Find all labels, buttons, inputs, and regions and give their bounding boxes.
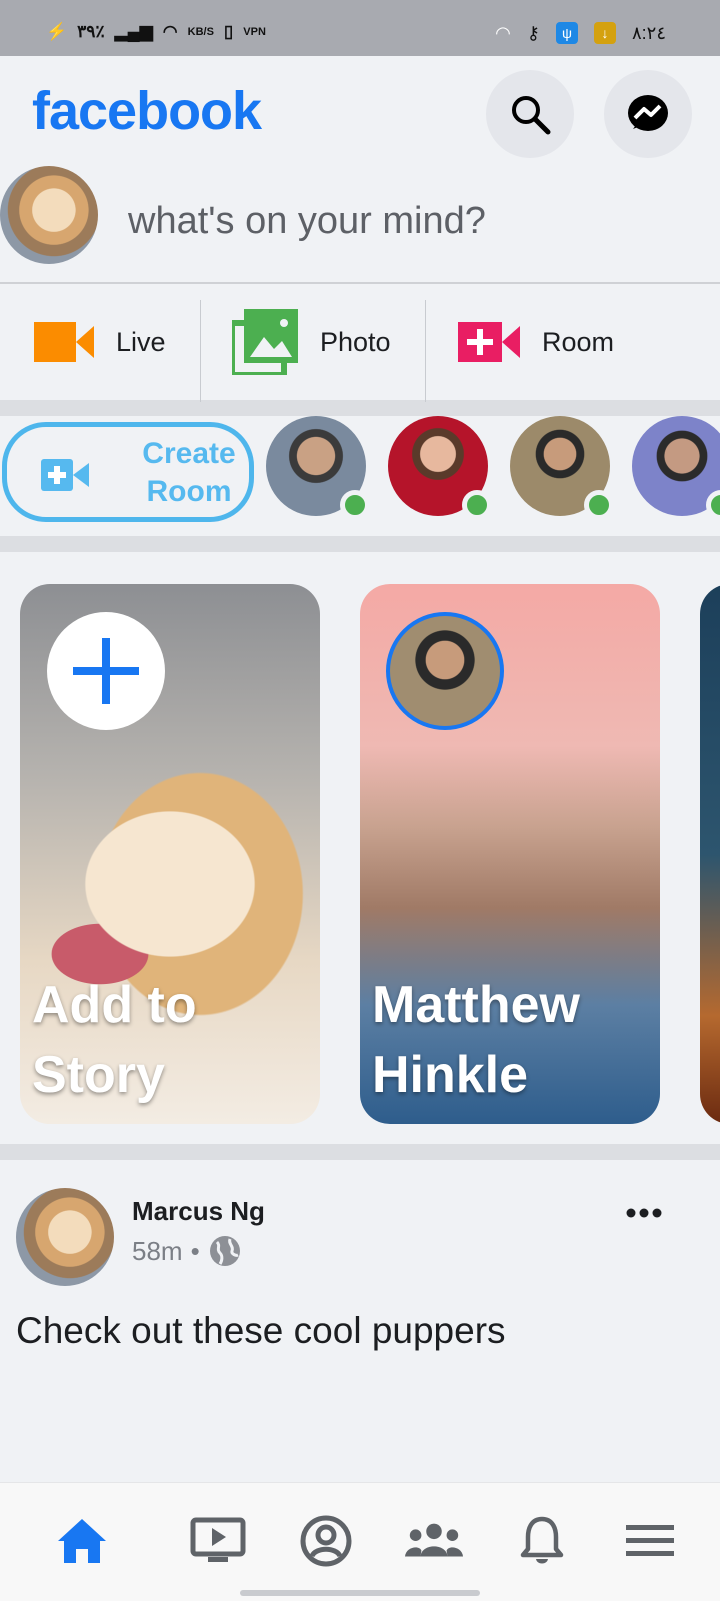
data-rate: KB/S bbox=[187, 26, 214, 38]
create-room-label: Create Room bbox=[142, 437, 236, 508]
user-avatar[interactable] bbox=[0, 166, 98, 264]
separator-dot: • bbox=[190, 1235, 200, 1266]
online-status-dot bbox=[584, 490, 614, 520]
app-bar: facebook bbox=[0, 56, 720, 166]
video-camera-icon bbox=[34, 322, 94, 362]
signal-icon: ▂▄▆ bbox=[114, 22, 153, 41]
groups-icon bbox=[404, 1523, 464, 1557]
feed-post: Marcus Ng 58m • Check out these cool pup… bbox=[0, 1160, 720, 1480]
add-story-card[interactable]: Add to Story bbox=[20, 584, 320, 1124]
room-plus-camera-icon bbox=[458, 322, 520, 362]
status-right: ◠ ⚷ ψ ↓ ٨:٢٤ bbox=[495, 22, 666, 44]
post-text: Check out these cool puppers bbox=[16, 1310, 506, 1351]
divider bbox=[425, 300, 426, 402]
home-icon bbox=[58, 1519, 106, 1563]
composer-actions: Live Photo Room bbox=[0, 284, 720, 416]
wifi-icon: ◠ bbox=[162, 22, 178, 41]
online-status-dot bbox=[706, 490, 720, 520]
story-card[interactable]: Matthew Hinkle bbox=[360, 584, 660, 1124]
battery-percent: ٣٩٪ bbox=[77, 22, 105, 41]
notifications-icon bbox=[520, 1516, 564, 1564]
tab-notifications[interactable] bbox=[512, 1511, 572, 1571]
brand-logo: facebook bbox=[32, 81, 262, 141]
add-story-plus-button[interactable] bbox=[47, 612, 165, 730]
post-author-avatar[interactable] bbox=[16, 1188, 114, 1286]
key-icon: ⚷ bbox=[526, 22, 540, 43]
plus-icon bbox=[73, 638, 139, 704]
wifi-icon: ◠ bbox=[495, 22, 511, 43]
online-status-dot bbox=[462, 490, 492, 520]
stories-row: Add to Story Matthew Hinkle bbox=[0, 552, 720, 1160]
room-button[interactable]: Room bbox=[458, 300, 614, 384]
home-indicator bbox=[240, 1590, 480, 1596]
composer-input[interactable]: what's on your mind? bbox=[128, 200, 486, 243]
story-card[interactable] bbox=[700, 584, 720, 1124]
online-friend-avatar[interactable] bbox=[632, 416, 720, 520]
menu-icon bbox=[626, 1525, 674, 1556]
messenger-button[interactable] bbox=[604, 70, 692, 158]
tab-menu[interactable] bbox=[620, 1511, 680, 1571]
online-friend-avatar[interactable] bbox=[266, 416, 370, 520]
bottom-tab-bar bbox=[0, 1482, 720, 1601]
online-friend-avatar[interactable] bbox=[388, 416, 492, 520]
status-left: ⚡ ٣٩٪ ▂▄▆ ◠ KB/S ▯ VPN bbox=[46, 22, 266, 42]
online-friend-avatar[interactable] bbox=[510, 416, 614, 520]
download-icon: ↓ bbox=[593, 22, 616, 44]
more-options-icon[interactable] bbox=[626, 1208, 662, 1218]
watch-icon bbox=[190, 1517, 246, 1562]
photos-icon bbox=[232, 309, 298, 375]
create-room-camera-icon bbox=[41, 459, 89, 491]
photo-button[interactable]: Photo bbox=[232, 300, 391, 384]
live-label: Live bbox=[116, 326, 166, 357]
create-room-button[interactable]: Create Room bbox=[2, 422, 254, 522]
story-author-name: Matthew Hinkle bbox=[372, 976, 580, 1104]
tab-home[interactable] bbox=[52, 1511, 112, 1571]
composer: what's on your mind? bbox=[0, 166, 720, 284]
divider bbox=[200, 300, 201, 402]
post-meta: 58m • bbox=[132, 1234, 242, 1268]
charging-icon: ⚡ bbox=[46, 22, 68, 41]
rooms-row: Create Room bbox=[0, 416, 720, 552]
online-status-dot bbox=[340, 490, 370, 520]
add-story-label: Add to Story bbox=[32, 976, 197, 1104]
post-time: 58m bbox=[132, 1235, 183, 1266]
tab-profile[interactable] bbox=[296, 1511, 356, 1571]
photo-label: Photo bbox=[320, 326, 391, 357]
tab-groups[interactable] bbox=[404, 1511, 464, 1571]
search-button[interactable] bbox=[486, 70, 574, 158]
live-button[interactable]: Live bbox=[34, 300, 166, 384]
globe-icon bbox=[209, 1236, 240, 1266]
search-icon bbox=[512, 96, 551, 135]
messenger-icon bbox=[628, 95, 668, 131]
vpn-label: VPN bbox=[243, 26, 266, 38]
post-author-name[interactable]: Marcus Ng bbox=[132, 1196, 265, 1227]
story-author-avatar bbox=[386, 612, 504, 730]
profile-icon bbox=[300, 1515, 352, 1567]
clock: ٨:٢٤ bbox=[631, 22, 666, 43]
room-label: Room bbox=[542, 326, 615, 357]
vibrate-icon: ▯ bbox=[223, 22, 234, 41]
status-bar: ⚡ ٣٩٪ ▂▄▆ ◠ KB/S ▯ VPN ◠ ⚷ ψ ↓ ٨:٢٤ bbox=[0, 0, 720, 56]
tab-watch[interactable] bbox=[188, 1511, 248, 1571]
usb-icon: ψ bbox=[555, 22, 578, 44]
